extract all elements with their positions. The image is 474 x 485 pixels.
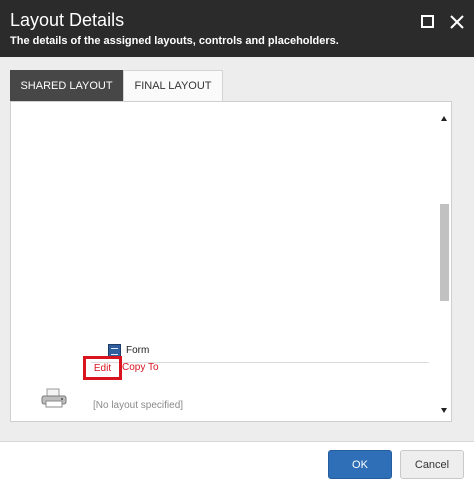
form-icon (108, 343, 121, 357)
scroll-up-arrow-icon[interactable] (441, 116, 447, 121)
scroll-down-arrow-icon[interactable] (441, 408, 447, 413)
dialog-titlebar: Layout Details The details of the assign… (0, 0, 474, 57)
cancel-button[interactable]: Cancel (400, 450, 464, 479)
dialog-subtitle: The details of the assigned layouts, con… (10, 35, 339, 47)
printer-icon (41, 388, 67, 408)
copy-to-link[interactable]: Copy To (122, 362, 159, 373)
maximize-icon (421, 15, 434, 28)
tab-shared-layout[interactable]: SHARED LAYOUT (10, 70, 123, 101)
dialog-body: SHARED LAYOUT FINAL LAYOUT Form Edit Cop… (0, 57, 474, 441)
no-layout-text: [No layout specified] (93, 400, 184, 411)
layout-panel: Form Edit Copy To [No layout specified] (10, 101, 452, 422)
tab-final-layout[interactable]: FINAL LAYOUT (123, 70, 223, 101)
dialog-title: Layout Details (10, 10, 125, 30)
close-button[interactable] (448, 13, 466, 31)
rendering-label: Form (126, 344, 150, 356)
ok-button[interactable]: OK (328, 450, 392, 479)
maximize-button[interactable] (419, 13, 437, 31)
dialog-footer: OK Cancel (0, 441, 474, 485)
scroll-thumb[interactable] (440, 204, 449, 301)
vertical-scrollbar[interactable] (439, 102, 451, 421)
close-icon (450, 15, 464, 29)
edit-link[interactable]: Edit (83, 356, 122, 380)
